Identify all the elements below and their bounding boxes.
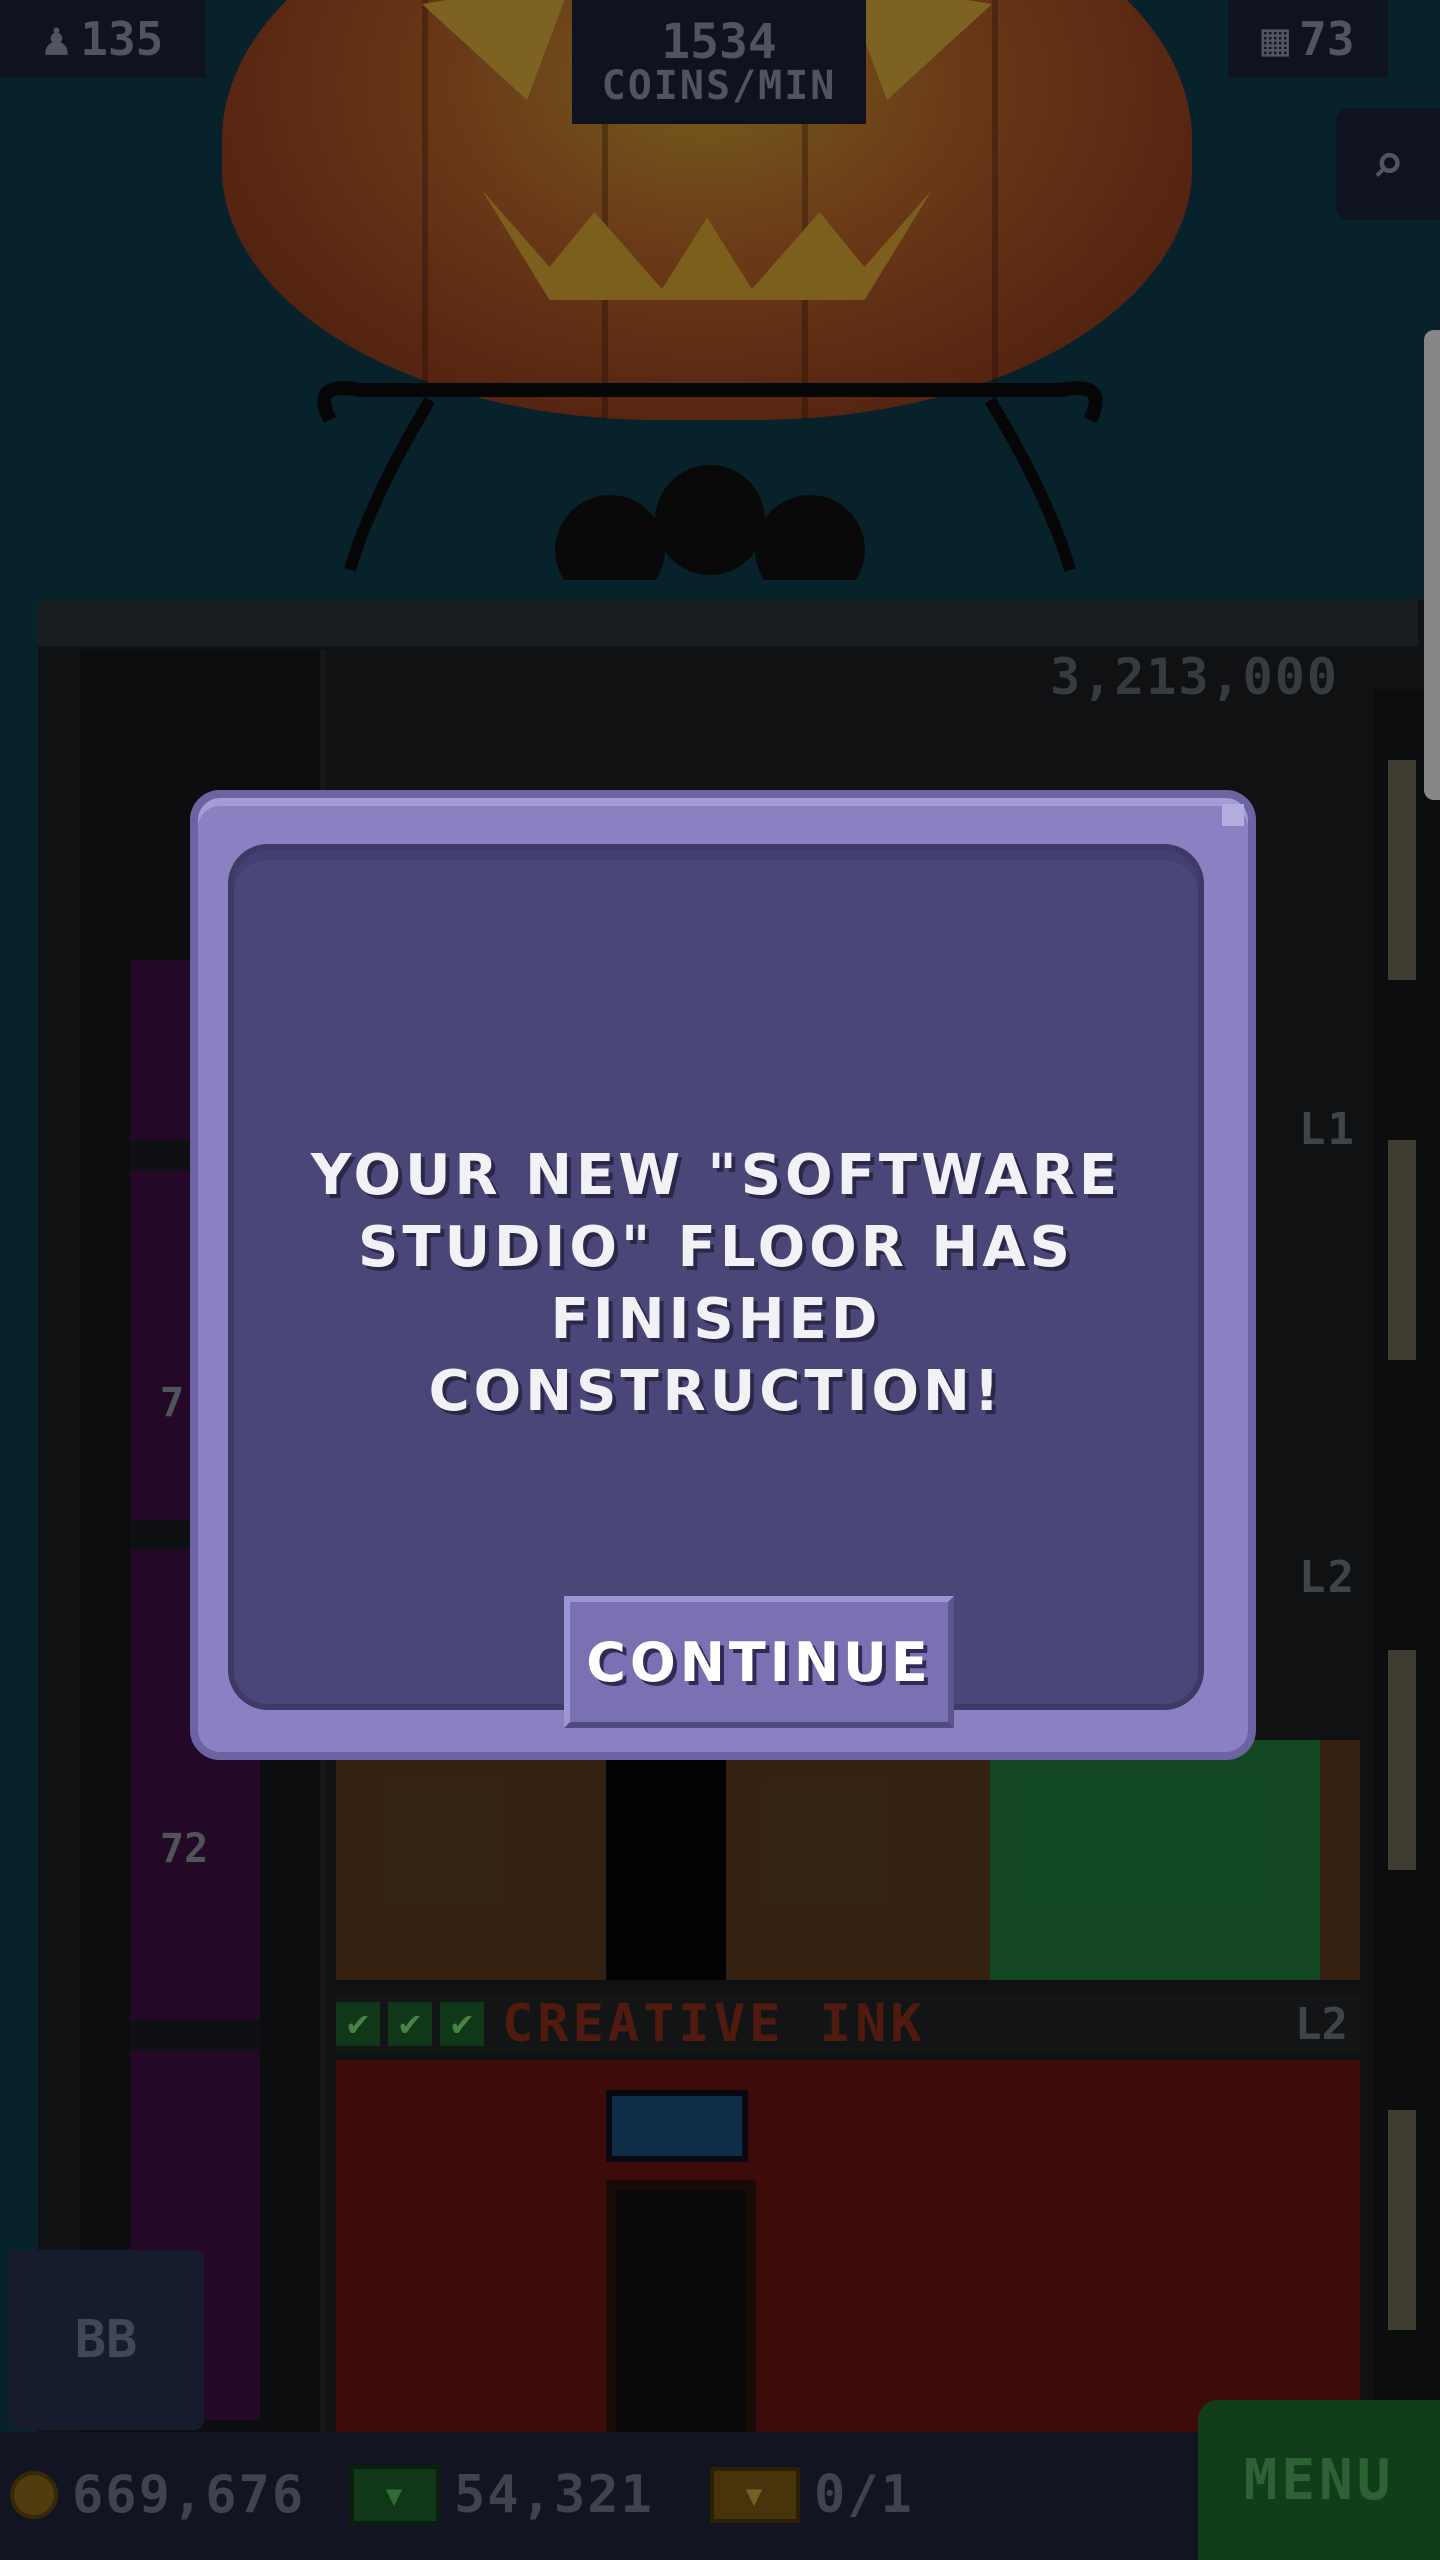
dialog-panel: YOUR NEW "SOFTWARE STUDIO" FLOOR HAS FIN… <box>228 844 1204 1728</box>
construction-complete-dialog: YOUR NEW "SOFTWARE STUDIO" FLOOR HAS FIN… <box>190 790 1256 1760</box>
dialog-corner-highlight <box>1222 804 1244 826</box>
dialog-message: YOUR NEW "SOFTWARE STUDIO" FLOOR HAS FIN… <box>310 1143 1122 1424</box>
continue-label: CONTINUE <box>586 1630 932 1694</box>
game-scene: 7 72 1 3,213,000 L1 L2 ✔ ✔ ✔ CREATIVE IN… <box>0 0 1440 2560</box>
continue-button[interactable]: CONTINUE <box>564 1596 954 1728</box>
